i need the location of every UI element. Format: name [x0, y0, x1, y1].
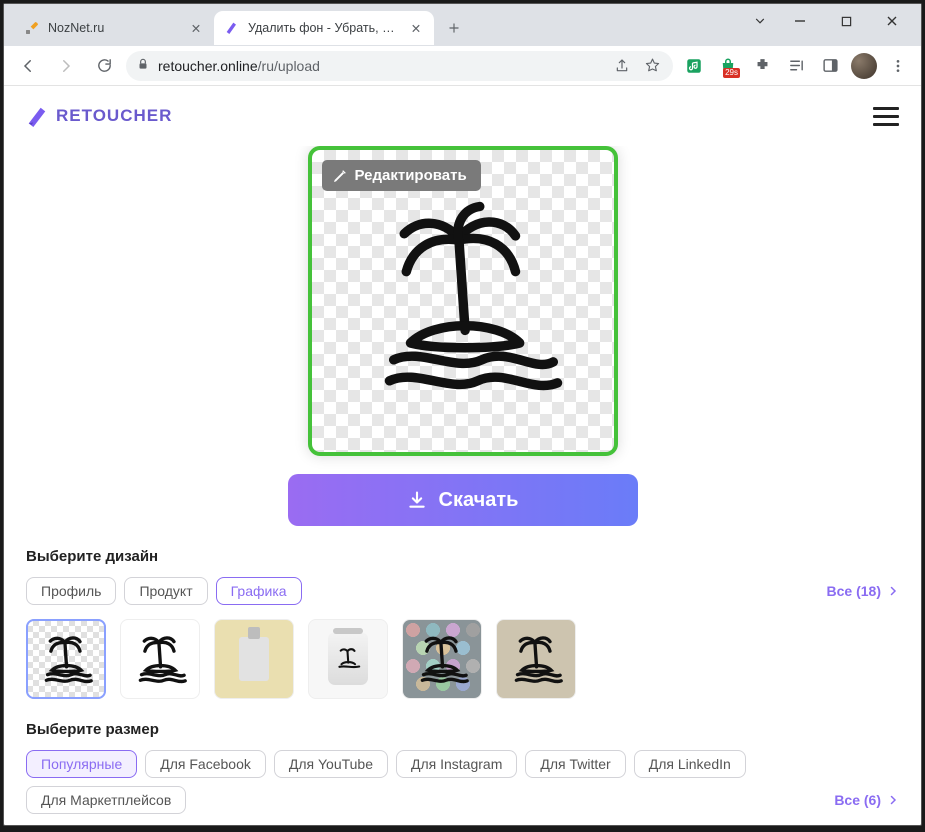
url-text: retoucher.online/ru/upload — [158, 58, 603, 74]
size-chip-row: Популярные Для Facebook Для YouTube Для … — [26, 750, 899, 814]
forward-button[interactable] — [50, 50, 82, 82]
design-section-title: Выберите дизайн — [26, 548, 899, 565]
design-chip-row: Профиль Продукт Графика Все (18) — [26, 577, 899, 605]
retoucher-icon — [224, 20, 240, 36]
design-thumb-cup[interactable] — [308, 619, 388, 699]
extension-shop-icon[interactable]: 29s — [713, 51, 743, 81]
extensions-icon[interactable] — [747, 51, 777, 81]
browser-tab-2[interactable]: Удалить фон - Убрать, вырезать ✕ — [214, 11, 434, 45]
design-thumb-transparent[interactable] — [26, 619, 106, 699]
palm-island-icon — [358, 196, 568, 406]
extension-badge: 29s — [723, 68, 740, 78]
size-section-title: Выберите размер — [26, 721, 899, 738]
sidepanel-icon[interactable] — [815, 51, 845, 81]
design-thumb-usb[interactable] — [214, 619, 294, 699]
wrench-icon — [24, 20, 40, 36]
lock-icon — [136, 57, 150, 74]
size-chip-youtube[interactable]: Для YouTube — [274, 750, 388, 778]
design-thumbs — [26, 619, 899, 699]
brand-label: RETOUCHER — [56, 106, 172, 126]
tab-label: Удалить фон - Убрать, вырезать — [248, 21, 400, 35]
size-chip-marketplaces[interactable]: Для Маркетплейсов — [26, 786, 186, 814]
site-header: RETOUCHER — [4, 86, 921, 146]
tab-label: NozNet.ru — [48, 21, 180, 35]
hamburger-menu[interactable] — [873, 107, 899, 126]
brand-logo[interactable]: RETOUCHER — [26, 105, 172, 127]
design-chip-profile[interactable]: Профиль — [26, 577, 116, 605]
menu-icon[interactable] — [883, 51, 913, 81]
close-window-button[interactable] — [869, 6, 915, 36]
back-button[interactable] — [12, 50, 44, 82]
address-bar[interactable]: retoucher.online/ru/upload — [126, 51, 673, 81]
extension-music-icon[interactable] — [679, 51, 709, 81]
new-tab-button[interactable] — [440, 14, 468, 42]
profile-avatar[interactable] — [849, 51, 879, 81]
close-icon[interactable]: ✕ — [408, 20, 424, 36]
star-icon[interactable] — [641, 57, 663, 74]
design-thumb-pattern[interactable] — [402, 619, 482, 699]
size-chip-facebook[interactable]: Для Facebook — [145, 750, 266, 778]
chevron-right-icon — [887, 585, 899, 597]
size-chip-twitter[interactable]: Для Twitter — [525, 750, 625, 778]
design-thumb-beige[interactable] — [496, 619, 576, 699]
edit-button[interactable]: Редактировать — [322, 160, 481, 191]
browser-toolbar: retoucher.online/ru/upload 29s — [4, 46, 921, 86]
download-button[interactable]: Скачать — [288, 474, 638, 526]
pencil-icon — [332, 168, 348, 184]
close-icon[interactable]: ✕ — [188, 20, 204, 36]
window-titlebar: NozNet.ru ✕ Удалить фон - Убрать, выреза… — [4, 4, 921, 46]
minimize-button[interactable] — [777, 6, 823, 36]
reload-button[interactable] — [88, 50, 120, 82]
result-preview: Редактировать — [308, 146, 618, 456]
download-label: Скачать — [439, 489, 519, 512]
retoucher-logo-icon — [26, 105, 48, 127]
design-thumb-white[interactable] — [120, 619, 200, 699]
size-chip-popular[interactable]: Популярные — [26, 750, 137, 778]
reading-list-icon[interactable] — [781, 51, 811, 81]
design-chip-graphics[interactable]: Графика — [216, 577, 302, 605]
size-chip-instagram[interactable]: Для Instagram — [396, 750, 517, 778]
edit-label: Редактировать — [355, 167, 467, 184]
design-see-all[interactable]: Все (18) — [827, 583, 899, 599]
download-icon — [407, 490, 427, 510]
share-icon[interactable] — [611, 58, 633, 74]
browser-tab-1[interactable]: NozNet.ru ✕ — [14, 11, 214, 45]
size-see-all[interactable]: Все (6) — [834, 792, 899, 808]
size-chip-linkedin[interactable]: Для LinkedIn — [634, 750, 746, 778]
design-chip-product[interactable]: Продукт — [124, 577, 207, 605]
chevron-down-icon[interactable] — [743, 6, 777, 36]
page-content: Редактировать — [4, 146, 921, 825]
maximize-button[interactable] — [823, 6, 869, 36]
window-controls — [739, 4, 919, 38]
chevron-right-icon — [887, 794, 899, 806]
